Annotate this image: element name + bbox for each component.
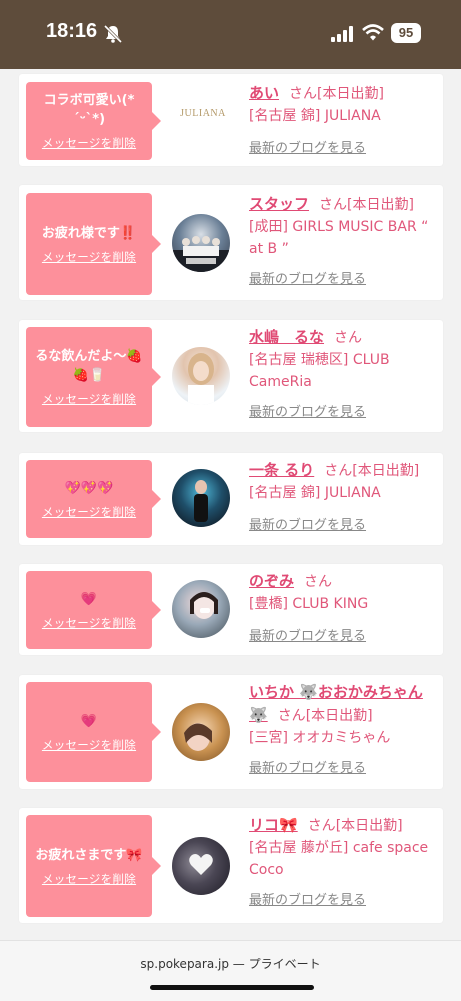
bell-muted-icon	[103, 24, 123, 44]
latest-blog-link[interactable]: 最新のブログを見る	[249, 625, 366, 644]
signal-icon	[331, 26, 353, 42]
avatar[interactable]	[172, 703, 230, 761]
girl-name-link[interactable]: 一条 るり	[249, 461, 314, 479]
message-text: 💗	[80, 713, 98, 729]
delete-message-link[interactable]: メッセージを削除	[42, 871, 136, 887]
message-bubble: 💗 メッセージを削除	[26, 682, 161, 782]
delete-message-link[interactable]: メッセージを削除	[42, 135, 136, 151]
girl-info: 水嶋 るな さん [名古屋 瑞穂区] CLUB CameRia 最新のブログを見る	[249, 326, 435, 420]
girl-info: あい さん[本日出勤] [名古屋 錦] JULIANA 最新のブログを見る	[249, 82, 435, 156]
latest-blog-link[interactable]: 最新のブログを見る	[249, 137, 366, 156]
attendance-status: [本日出勤]	[352, 463, 420, 479]
girl-name-link[interactable]: リコ🎀	[249, 816, 298, 834]
message-bubble: るな飲んだよ〜🍓🍓🥛 メッセージを削除	[26, 327, 161, 427]
message-card: お疲れさまです🎀 メッセージを削除 リコ🎀 さん[本日出勤] [名古屋 藤が丘] …	[19, 808, 443, 923]
avatar[interactable]	[172, 469, 230, 527]
message-card: 💖💖💖 メッセージを削除 一条 るり さん[本日出勤] [名古屋 錦] JULIA…	[19, 453, 443, 545]
latest-blog-link[interactable]: 最新のブログを見る	[249, 401, 366, 420]
attendance-status: [本日出勤]	[317, 86, 384, 102]
message-text: お疲れ様です‼️	[41, 225, 137, 241]
latest-blog-link[interactable]: 最新のブログを見る	[249, 889, 366, 908]
delete-message-link[interactable]: メッセージを削除	[42, 615, 136, 631]
girl-info: のぞみ さん [豊橋] CLUB KING 最新のブログを見る	[249, 570, 435, 644]
message-bubble: 💗 メッセージを削除	[26, 571, 161, 649]
shop-name: [豊橋] CLUB KING	[249, 596, 369, 612]
latest-blog-link[interactable]: 最新のブログを見る	[249, 757, 366, 776]
honorific: さん	[324, 463, 353, 479]
message-card: 💗 メッセージを削除 のぞみ さん [豊橋] CLUB KING 最新のブログを見…	[19, 564, 443, 655]
honorific: さん	[307, 818, 336, 834]
girl-name-link[interactable]: 水嶋 るな	[249, 328, 324, 346]
girl-info: 一条 るり さん[本日出勤] [名古屋 錦] JULIANA 最新のブログを見る	[249, 459, 435, 533]
latest-blog-link[interactable]: 最新のブログを見る	[249, 514, 366, 533]
honorific: さん	[319, 197, 348, 213]
portrait-icon	[190, 592, 218, 619]
battery-icon: 95	[391, 23, 421, 43]
message-text: るな飲んだよ〜🍓🍓🥛	[35, 349, 143, 383]
delete-message-link[interactable]: メッセージを削除	[42, 391, 136, 407]
message-bubble: コラボ可愛い(*´ᵕ`*) メッセージを削除	[26, 82, 161, 160]
message-bubble: お疲れ様です‼️ メッセージを削除	[26, 193, 161, 295]
girl-name-link[interactable]: のぞみ	[249, 572, 294, 590]
shop-name: [成田] GIRLS MUSIC BAR “ at B ”	[249, 219, 429, 257]
home-indicator[interactable]	[150, 985, 314, 990]
attendance-status: [本日出勤]	[347, 197, 414, 213]
honorific: さん	[277, 708, 306, 724]
message-card: 💗 メッセージを削除 いちか 🐺おおかみちゃん🐺 さん[本日出勤] [三宮] オオ…	[19, 675, 443, 789]
shop-name: [名古屋 瑞穂区] CLUB CameRia	[249, 352, 390, 390]
browser-bottom-bar: sp.pokepara.jp — プライベート	[0, 940, 461, 1001]
avatar[interactable]	[172, 214, 230, 272]
message-card: コラボ可愛い(*´ᵕ`*) メッセージを削除 JULIANA あい さん[本日出勤…	[19, 74, 443, 166]
avatar[interactable]	[172, 580, 230, 638]
girl-info: いちか 🐺おおかみちゃん🐺 さん[本日出勤] [三宮] オオカミちゃん 最新のブロ…	[249, 681, 435, 776]
delete-message-link[interactable]: メッセージを削除	[42, 504, 136, 520]
status-bar: 18:16 95	[0, 0, 461, 69]
honorific: さん	[334, 330, 363, 346]
message-text: お疲れさまです🎀	[35, 847, 143, 863]
wifi-icon	[362, 24, 384, 41]
avatar-logo: JULIANA	[172, 86, 234, 144]
girl-name-link[interactable]: あい	[249, 84, 279, 102]
message-card: るな飲んだよ〜🍓🍓🥛 メッセージを削除 水嶋 るな さん [名古屋 瑞穂区] CL…	[19, 320, 443, 432]
juliana-logo: JULIANA	[180, 108, 226, 119]
portrait-icon	[194, 480, 208, 522]
message-text: 💗	[80, 591, 98, 607]
honorific: さん	[289, 86, 318, 102]
message-text: 💖💖💖	[64, 480, 114, 496]
girl-name-link[interactable]: スタッフ	[249, 195, 309, 213]
latest-blog-link[interactable]: 最新のブログを見る	[249, 268, 366, 287]
group-photo-icon	[172, 236, 230, 272]
attendance-status: [本日出勤]	[305, 708, 373, 724]
message-bubble: 💖💖💖 メッセージを削除	[26, 460, 161, 538]
portrait-icon	[184, 723, 212, 751]
shop-name: [名古屋 錦] JULIANA	[249, 485, 381, 501]
avatar[interactable]	[172, 837, 230, 895]
attendance-status: [本日出勤]	[335, 818, 403, 834]
avatar[interactable]	[172, 347, 230, 405]
message-bubble: お疲れさまです🎀 メッセージを削除	[26, 815, 161, 917]
message-card: お疲れ様です‼️ メッセージを削除 スタッフ さん[本日出勤] [成田] GIRL…	[19, 185, 443, 300]
girl-info: リコ🎀 さん[本日出勤] [名古屋 藤が丘] cafe space Coco 最新…	[249, 814, 435, 908]
url-label[interactable]: sp.pokepara.jp — プライベート	[0, 955, 461, 972]
shop-name: [名古屋 藤が丘] cafe space Coco	[249, 840, 429, 878]
heart-icon	[189, 854, 213, 875]
girl-info: スタッフ さん[本日出勤] [成田] GIRLS MUSIC BAR “ at B…	[249, 193, 435, 287]
status-time: 18:16	[46, 20, 98, 42]
shop-name: [名古屋 錦] JULIANA	[249, 108, 381, 124]
delete-message-link[interactable]: メッセージを削除	[42, 249, 136, 265]
delete-message-link[interactable]: メッセージを削除	[42, 737, 136, 753]
honorific: さん	[304, 574, 333, 590]
message-text: コラボ可愛い(*´ᵕ`*)	[43, 93, 135, 127]
portrait-icon	[188, 353, 214, 405]
shop-name: [三宮] オオカミちゃん	[249, 730, 391, 746]
